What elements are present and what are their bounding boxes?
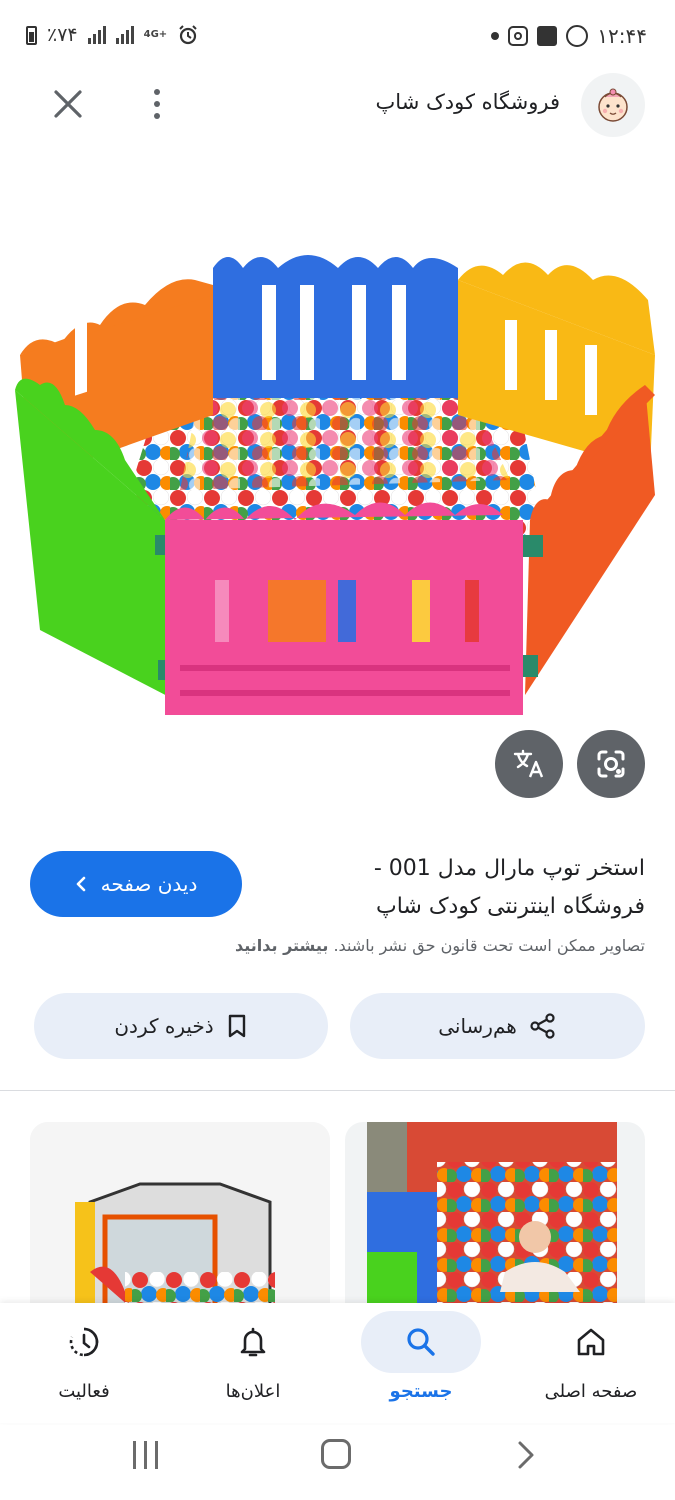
nav-activity[interactable]: فعالیت	[0, 1303, 168, 1423]
lens-icon	[597, 750, 625, 778]
instagram-icon	[508, 26, 529, 46]
alarm-icon	[179, 25, 197, 45]
viewer-header: فروشگاه کودک شاپ	[0, 70, 675, 140]
nav-home[interactable]: صفحه اصلی	[507, 1303, 675, 1423]
copyright-notice: تصاویر ممکن است تحت قانون حق نشر باشند. …	[235, 936, 645, 955]
visit-page-button[interactable]: دیدن صفحه	[30, 851, 242, 917]
activity-icon	[69, 1327, 99, 1357]
bookmark-icon	[228, 1014, 245, 1038]
share-button[interactable]: هم‌رسانی	[350, 993, 645, 1059]
share-label: هم‌رسانی	[438, 1014, 517, 1038]
home-system-button[interactable]	[321, 1439, 351, 1469]
close-icon	[54, 90, 82, 118]
site-name[interactable]: فروشگاه کودک شاپ	[376, 90, 560, 114]
chevron-left-icon	[76, 876, 85, 892]
battery-level: ٪۷۴	[47, 24, 78, 46]
lens-search-button[interactable]	[577, 730, 645, 798]
notification-dot-icon	[491, 32, 500, 40]
signal-icon	[87, 26, 106, 44]
close-button[interactable]	[50, 86, 86, 122]
bell-icon	[240, 1327, 266, 1357]
gallery-icon	[537, 26, 558, 46]
nav-search[interactable]: جستجو	[337, 1303, 505, 1423]
status-right: ۱۲:۴۴	[491, 24, 647, 48]
clock: ۱۲:۴۴	[597, 24, 647, 48]
status-bar: ٪۷۴ 4G+ ۱۲:۴۴	[0, 0, 675, 78]
nav-notifications-icon-wrap	[193, 1311, 313, 1373]
save-button[interactable]: ذخیره کردن	[34, 993, 328, 1059]
copyright-text: تصاویر ممکن است تحت قانون حق نشر باشند.	[333, 936, 645, 955]
visit-page-label: دیدن صفحه	[100, 872, 198, 896]
nav-home-label: صفحه اصلی	[544, 1381, 638, 1402]
home-icon	[577, 1328, 605, 1356]
whatsapp-icon	[566, 25, 589, 47]
system-navigation-bar	[0, 1425, 675, 1500]
result-title[interactable]: استخر توپ مارال مدل 001 - فروشگاه اینترن…	[315, 850, 645, 926]
nav-activity-icon-wrap	[24, 1311, 144, 1373]
site-favicon[interactable]	[581, 73, 645, 137]
related-image-2[interactable]	[345, 1122, 645, 1307]
nav-notifications[interactable]: اعلان‌ها	[169, 1303, 337, 1423]
save-label: ذخیره کردن	[114, 1014, 214, 1038]
share-icon	[530, 1013, 555, 1039]
back-button[interactable]	[510, 1439, 540, 1471]
translate-icon	[513, 749, 544, 778]
nav-search-icon-wrap	[361, 1311, 481, 1373]
learn-more-link[interactable]: بیشتر بدانید	[235, 936, 328, 955]
nav-home-icon-wrap	[531, 1311, 651, 1373]
section-divider	[0, 1090, 675, 1091]
baby-face-icon	[598, 88, 628, 122]
main-product-image[interactable]	[0, 160, 675, 820]
more-vert-icon	[154, 89, 160, 95]
more-options-button[interactable]	[144, 86, 170, 122]
search-icon	[407, 1328, 435, 1356]
nav-activity-label: فعالیت	[58, 1381, 110, 1402]
battery-icon	[26, 25, 37, 45]
recents-button[interactable]	[133, 1441, 158, 1469]
related-image-1[interactable]	[30, 1122, 330, 1307]
nav-notifications-label: اعلان‌ها	[225, 1381, 281, 1402]
bottom-navigation: صفحه اصلی جستجو اعلان‌ها فعالیت	[0, 1303, 675, 1423]
translate-button[interactable]	[495, 730, 563, 798]
network-type: 4G+	[143, 29, 168, 40]
chevron-right-icon	[518, 1441, 534, 1469]
signal-icon-2	[115, 26, 134, 44]
blue-panel	[213, 255, 458, 398]
status-left: ٪۷۴ 4G+	[26, 24, 199, 46]
nav-search-label: جستجو	[389, 1381, 453, 1402]
pink-panel	[165, 502, 523, 715]
